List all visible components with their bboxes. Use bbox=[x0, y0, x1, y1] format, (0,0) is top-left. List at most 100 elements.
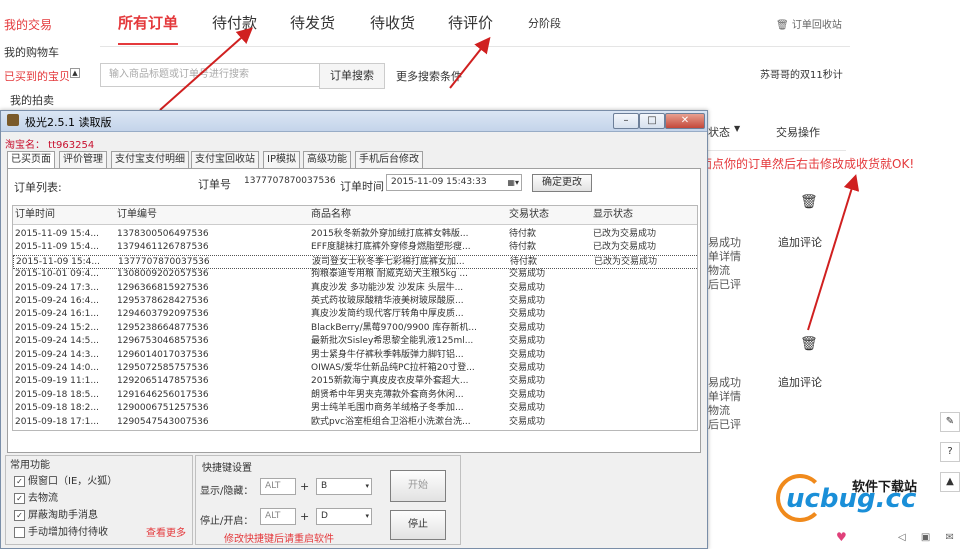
table-cell: 1294603792097536 bbox=[117, 309, 209, 320]
col-product-name[interactable]: 商品名称 bbox=[311, 206, 351, 224]
option-block-messages[interactable]: ✓ 屏蔽淘助手消息 bbox=[14, 506, 98, 521]
table-cell: 英式药妆玻尿酸精华液美树玻尿酸原... bbox=[311, 296, 464, 306]
tray-icons[interactable]: ◁ ▣ ✉ bbox=[898, 532, 960, 543]
orders-table: 订单时间 订单编号 商品名称 交易状态 显示状态 2015-11-09 15:4… bbox=[12, 205, 698, 431]
table-cell: OIWAS/爱华仕新品纯PC拉杆箱20寸登... bbox=[311, 363, 475, 373]
tab-alipay-recycle[interactable]: 支付宝回收站 bbox=[191, 151, 259, 168]
table-row[interactable]: 2015-09-19 11:1... 1292065147857536 2015新款… bbox=[13, 375, 697, 387]
tab-review-manage[interactable]: 评价管理 bbox=[59, 151, 107, 168]
orders-panel: 订单列表: 订单号 1377707870037536 订单时间 2015-11-… bbox=[7, 168, 701, 453]
checkbox[interactable]: ✓ bbox=[14, 475, 25, 487]
table-row[interactable]: 2015-11-09 15:4... 1379461126787536 EFF度腿袜… bbox=[13, 241, 697, 253]
table-cell: 2015-09-24 17:3... bbox=[15, 282, 99, 293]
plus-sign: + bbox=[300, 510, 310, 523]
maximize-button[interactable]: □ bbox=[639, 113, 665, 129]
table-cell: 欧式pvc浴室柜组合卫浴柜小洗漱台洗... bbox=[311, 416, 471, 427]
arrow-1 bbox=[159, 27, 253, 111]
table-cell: 2015-11-09 15:4... bbox=[15, 229, 99, 239]
minimize-button[interactable]: – bbox=[613, 113, 639, 129]
start-button[interactable]: 开始 bbox=[390, 470, 446, 502]
checkbox[interactable] bbox=[14, 526, 25, 538]
option-fake-window[interactable]: ✓ 假窗口（IE，火狐） bbox=[14, 472, 117, 487]
table-cell: 交易成功 bbox=[509, 416, 546, 427]
table-cell: 1378300506497536 bbox=[117, 229, 209, 239]
table-row[interactable]: 2015-09-18 18:2... 1290006751257536 男士纯羊毛围… bbox=[13, 402, 697, 414]
stop-button[interactable]: 停止 bbox=[390, 510, 446, 540]
table-row[interactable]: 2015-09-24 14:0... 1295072585757536 OIWAS/… bbox=[13, 362, 697, 374]
table-cell: 2015-09-24 16:4... bbox=[15, 296, 99, 306]
table-cell: 2015-09-24 14:0... bbox=[15, 363, 99, 373]
tab-ip-simulate[interactable]: IP模拟 bbox=[263, 151, 300, 168]
close-button[interactable]: ✕ bbox=[665, 113, 705, 129]
table-cell: 真皮沙发 多功能沙发 沙发床 头层牛... bbox=[311, 282, 464, 293]
tab-alipay-detail[interactable]: 支付宝支付明细 bbox=[111, 151, 189, 168]
table-cell: 1290006751257536 bbox=[117, 403, 209, 414]
table-cell: 交易成功 bbox=[509, 349, 546, 360]
table-cell: 1296366815927536 bbox=[117, 282, 209, 293]
heart-icon[interactable]: ♥ bbox=[836, 530, 847, 544]
table-cell: 2015-11-09 15:4... bbox=[15, 242, 99, 253]
table-cell: 1290547543007536 bbox=[117, 416, 209, 427]
feedback-icon[interactable]: ✎ bbox=[940, 412, 960, 432]
table-row[interactable]: 2015-11-09 15:4... 1378300506497536 2015秋冬… bbox=[13, 228, 697, 240]
seller-name: 淘宝名： tt963254 bbox=[5, 140, 95, 151]
table-row[interactable]: 2015-09-24 16:4... 1295378628427536 英式药妆玻尿… bbox=[13, 295, 697, 307]
col-order-no[interactable]: 订单编号 bbox=[117, 206, 157, 224]
table-cell: 2015-10-01 09:4... bbox=[15, 269, 99, 280]
table-cell: 2015-09-24 14:5... bbox=[15, 336, 99, 347]
stop-start-key[interactable]: D ▾ bbox=[316, 508, 372, 525]
order-no-field[interactable]: 1377707870037536 bbox=[244, 176, 336, 186]
table-cell: 1295378628427536 bbox=[117, 296, 209, 306]
window-titlebar[interactable]: 极光2.5.1 读取版 – □ ✕ bbox=[1, 111, 707, 132]
top-icon[interactable]: ▲ bbox=[940, 472, 960, 492]
help-icon[interactable]: ? bbox=[940, 442, 960, 462]
table-cell: 已改为交易成功 bbox=[593, 229, 657, 239]
tab-advanced[interactable]: 高级功能 bbox=[303, 151, 351, 168]
show-hide-key[interactable]: B ▾ bbox=[316, 478, 372, 495]
window-title: 极光2.5.1 读取版 bbox=[25, 116, 112, 129]
table-row[interactable]: 2015-09-18 17:1... 1290547543007536 欧式pvc浴… bbox=[13, 416, 697, 428]
table-cell: 1295238664877536 bbox=[117, 322, 209, 333]
table-row[interactable]: 2015-09-24 17:3... 1296366815927536 真皮沙发 多… bbox=[13, 282, 697, 294]
table-row[interactable]: 2015-09-24 14:3... 1296014017037536 男士紧身牛仔… bbox=[13, 349, 697, 361]
col-order-time[interactable]: 订单时间 bbox=[15, 206, 55, 224]
view-more-link[interactable]: 查看更多 bbox=[146, 524, 186, 539]
col-trade-status[interactable]: 交易状态 bbox=[509, 206, 549, 224]
table-cell: 交易成功 bbox=[509, 322, 546, 333]
table-cell: 朗贤希中年男夹克薄款外套商务休闲... bbox=[311, 389, 464, 400]
table-cell: 2015-09-19 11:1... bbox=[15, 376, 99, 387]
table-cell: EFF度腿袜打底裤外穿修身燃脂塑形瘦... bbox=[311, 242, 471, 253]
table-cell: 狗粮泰迪专用粮 耐威克幼犬主粮5kg ... bbox=[311, 269, 468, 280]
table-cell: 交易成功 bbox=[509, 363, 546, 373]
table-row[interactable]: 2015-09-18 18:5... 1291646256017536 朗贤希中年男… bbox=[13, 389, 697, 401]
table-cell: 2015-09-18 18:2... bbox=[15, 403, 99, 414]
app-icon bbox=[7, 114, 19, 126]
table-row[interactable]: 2015-09-24 15:2... 1295238664877536 BlackB… bbox=[13, 322, 697, 334]
dropdown-icon: ▾ bbox=[365, 512, 369, 520]
table-cell: 交易成功 bbox=[509, 309, 546, 320]
option-no-logistics[interactable]: ✓ 去物流 bbox=[14, 489, 58, 504]
checkbox[interactable]: ✓ bbox=[14, 509, 25, 521]
table-cell: 交易成功 bbox=[509, 269, 546, 280]
table-cell: 交易成功 bbox=[509, 336, 546, 347]
option-manual-add[interactable]: 手动增加待付待收 bbox=[14, 523, 108, 538]
col-display-status[interactable]: 显示状态 bbox=[593, 206, 633, 224]
order-list-label: 订单列表: bbox=[14, 181, 62, 194]
table-row[interactable]: 2015-11-09 15:4... 1377707870037536 波司登女士秋… bbox=[13, 254, 697, 269]
order-time-picker[interactable]: 2015-11-09 15:43:33 ▦▾ bbox=[386, 174, 522, 191]
show-hide-modifier[interactable]: ALT bbox=[260, 478, 296, 495]
table-row[interactable]: 2015-10-01 09:4... 1308009202057536 狗粮泰迪专用… bbox=[13, 268, 697, 280]
table-cell: 待付款 bbox=[509, 229, 537, 239]
checkbox[interactable]: ✓ bbox=[14, 492, 25, 504]
table-cell: 1295072585757536 bbox=[117, 363, 209, 373]
stop-start-label: 停止/开启： bbox=[200, 516, 254, 527]
table-cell: 男士纯羊毛围巾商务羊绒格子冬季加... bbox=[311, 403, 464, 414]
tab-bought-page[interactable]: 已买页面 bbox=[7, 151, 55, 169]
calendar-dropdown-icon[interactable]: ▦▾ bbox=[507, 175, 519, 190]
confirm-change-button[interactable]: 确定更改 bbox=[532, 174, 592, 192]
table-row[interactable]: 2015-09-24 14:5... 1296753046857536 最新批次Si… bbox=[13, 335, 697, 347]
tab-mobile-backend[interactable]: 手机后台修改 bbox=[355, 151, 423, 168]
stop-start-modifier[interactable]: ALT bbox=[260, 508, 296, 525]
table-cell: 男士紧身牛仔裤秋季韩版弹力脚钉铝... bbox=[311, 349, 464, 360]
table-row[interactable]: 2015-09-24 16:1... 1294603792097536 真皮沙发简约… bbox=[13, 308, 697, 320]
